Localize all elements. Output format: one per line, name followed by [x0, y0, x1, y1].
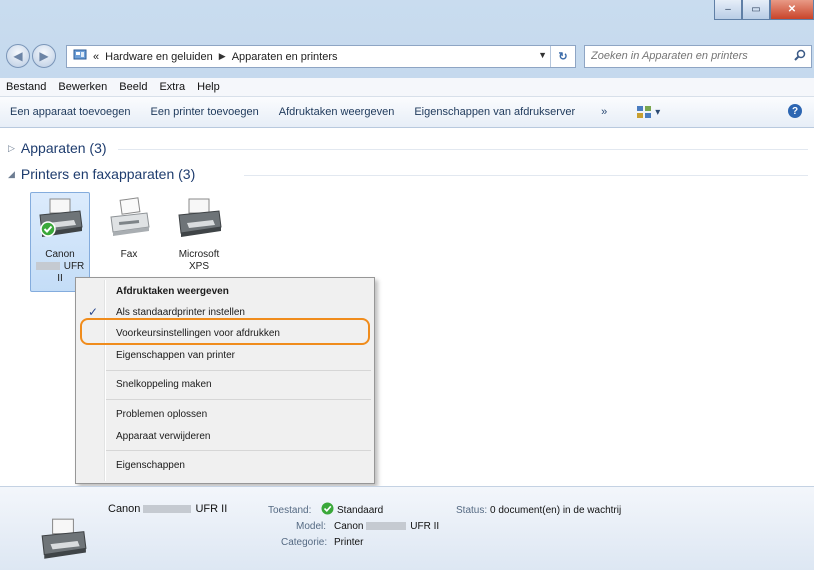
menu-item-printer-properties[interactable]: Eigenschappen van printer	[116, 350, 235, 361]
menu-item-properties[interactable]: Eigenschappen	[116, 460, 185, 471]
menu-bar: Bestand Bewerken Beeld Extra Help	[0, 78, 814, 97]
menu-item-troubleshoot[interactable]: Problemen oplossen	[116, 409, 207, 420]
details-device-name: Canon UFR II	[108, 503, 227, 515]
device-label-line2: XPS	[188, 261, 209, 272]
context-menu: Afdruktaken weergeven ✓ Als standaardpri…	[75, 277, 375, 484]
view-icon	[637, 106, 652, 118]
minimize-button[interactable]: –	[714, 0, 742, 20]
close-button[interactable]: ✕	[770, 0, 814, 20]
details-name-suffix: UFR II	[195, 503, 228, 515]
search-icon[interactable]	[794, 49, 806, 64]
maximize-button[interactable]: ▭	[742, 0, 770, 20]
check-icon: ✓	[88, 305, 99, 319]
expanded-arrow-icon[interactable]: ◢	[8, 169, 15, 180]
change-view-button[interactable]: ▾	[637, 106, 660, 118]
menu-separator	[106, 399, 371, 400]
details-model-value: Canon UFR II	[334, 521, 439, 532]
menu-item-see-print-jobs[interactable]: Afdruktaken weergeven	[116, 286, 229, 297]
add-device-button[interactable]: Een apparaat toevoegen	[0, 106, 141, 118]
device-label-line2: UFR	[63, 261, 85, 272]
breadcrumb-separator-icon[interactable]: ▶	[219, 51, 226, 62]
help-icon[interactable]: ?	[788, 104, 802, 118]
device-label: Fax	[100, 249, 158, 261]
control-panel-icon	[73, 49, 87, 64]
menu-separator	[106, 450, 371, 451]
address-bar[interactable]: « Hardware en geluiden ▶ Apparaten en pr…	[66, 45, 576, 68]
group-devices[interactable]: ▷ Apparaten (3)	[8, 140, 808, 156]
device-microsoft-xps[interactable]: Microsoft XPS	[170, 192, 228, 273]
details-state-value: Standaard	[337, 505, 384, 516]
see-print-jobs-button[interactable]: Afdruktaken weergeven	[269, 106, 405, 118]
menu-item-set-default[interactable]: Als standaardprinter instellen	[116, 307, 245, 318]
breadcrumb-prefix: «	[93, 50, 100, 63]
menu-item-remove-device[interactable]: Apparaat verwijderen	[116, 431, 211, 442]
device-label-line1: Microsoft	[178, 249, 220, 260]
redacted-model	[143, 505, 192, 514]
default-check-icon	[321, 502, 334, 518]
print-server-properties-button[interactable]: Eigenschappen van afdrukserver	[404, 106, 585, 118]
command-bar: Een apparaat toevoegen Een printer toevo…	[0, 97, 814, 128]
details-status-label: Status:	[456, 505, 488, 516]
details-category-label: Categorie:	[281, 537, 328, 548]
add-printer-button[interactable]: Een printer toevoegen	[141, 106, 269, 118]
menu-help[interactable]: Help	[191, 81, 226, 93]
group-divider	[244, 175, 808, 176]
menu-view[interactable]: Beeld	[113, 81, 153, 93]
collapsed-arrow-icon[interactable]: ▷	[8, 143, 15, 154]
printer-icon	[41, 518, 87, 559]
breadcrumb-hardware[interactable]: Hardware en geluiden	[105, 51, 213, 63]
details-category-value: Printer	[334, 537, 364, 548]
device-label-line3: II	[57, 273, 63, 284]
device-fax[interactable]: Fax	[100, 192, 158, 261]
device-label: Microsoft XPS	[170, 249, 228, 273]
group-divider	[118, 149, 808, 150]
search-box[interactable]	[584, 45, 812, 68]
menu-file[interactable]: Bestand	[0, 81, 52, 93]
breadcrumb-devices-printers[interactable]: Apparaten en printers	[232, 51, 338, 63]
details-status-value: 0 document(en) in de wachtrij	[490, 505, 622, 516]
details-state-label: Toestand:	[268, 505, 312, 516]
address-dropdown-icon[interactable]: ▼	[538, 50, 547, 60]
menu-tools[interactable]: Extra	[153, 81, 191, 93]
redacted-model	[35, 262, 60, 271]
printer-icon	[39, 198, 83, 237]
printer-icon	[178, 198, 222, 237]
details-model-suffix: UFR II	[410, 521, 440, 532]
group-printers[interactable]: ◢ Printers en faxapparaten (3)	[8, 166, 808, 182]
fax-icon	[110, 197, 150, 236]
details-model-prefix: Canon	[334, 521, 364, 532]
back-button[interactable]: ◀	[6, 44, 30, 68]
search-input[interactable]	[585, 46, 787, 65]
view-dropdown-icon: ▾	[655, 106, 661, 118]
redacted-model	[366, 522, 407, 531]
more-commands-button[interactable]: »	[585, 106, 623, 118]
refresh-button[interactable]: ↻	[550, 46, 575, 67]
menu-separator	[106, 370, 371, 371]
device-label-line1: Fax	[120, 249, 138, 260]
forward-button[interactable]: ▶	[32, 44, 56, 68]
details-model-label: Model:	[296, 521, 327, 532]
device-label-line1: Canon	[45, 249, 75, 260]
menu-edit[interactable]: Bewerken	[52, 81, 113, 93]
group-printers-label: Printers en faxapparaten (3)	[20, 166, 196, 182]
title-bar: – ▭ ✕	[0, 0, 814, 34]
navigation-row: ◀ ▶ « Hardware en geluiden ▶ Apparaten e…	[6, 44, 812, 70]
details-name-prefix: Canon	[108, 503, 141, 515]
caption-buttons: – ▭ ✕	[714, 0, 814, 22]
details-pane: Canon UFR II Toestand: Standaard Status:…	[0, 486, 814, 570]
menu-item-create-shortcut[interactable]: Snelkoppeling maken	[116, 379, 212, 390]
group-devices-label: Apparaten (3)	[20, 140, 107, 156]
callout-highlight	[80, 318, 370, 345]
explorer-window: – ▭ ✕ ◀ ▶ « Hardware en geluiden ▶ Appar…	[0, 0, 814, 570]
